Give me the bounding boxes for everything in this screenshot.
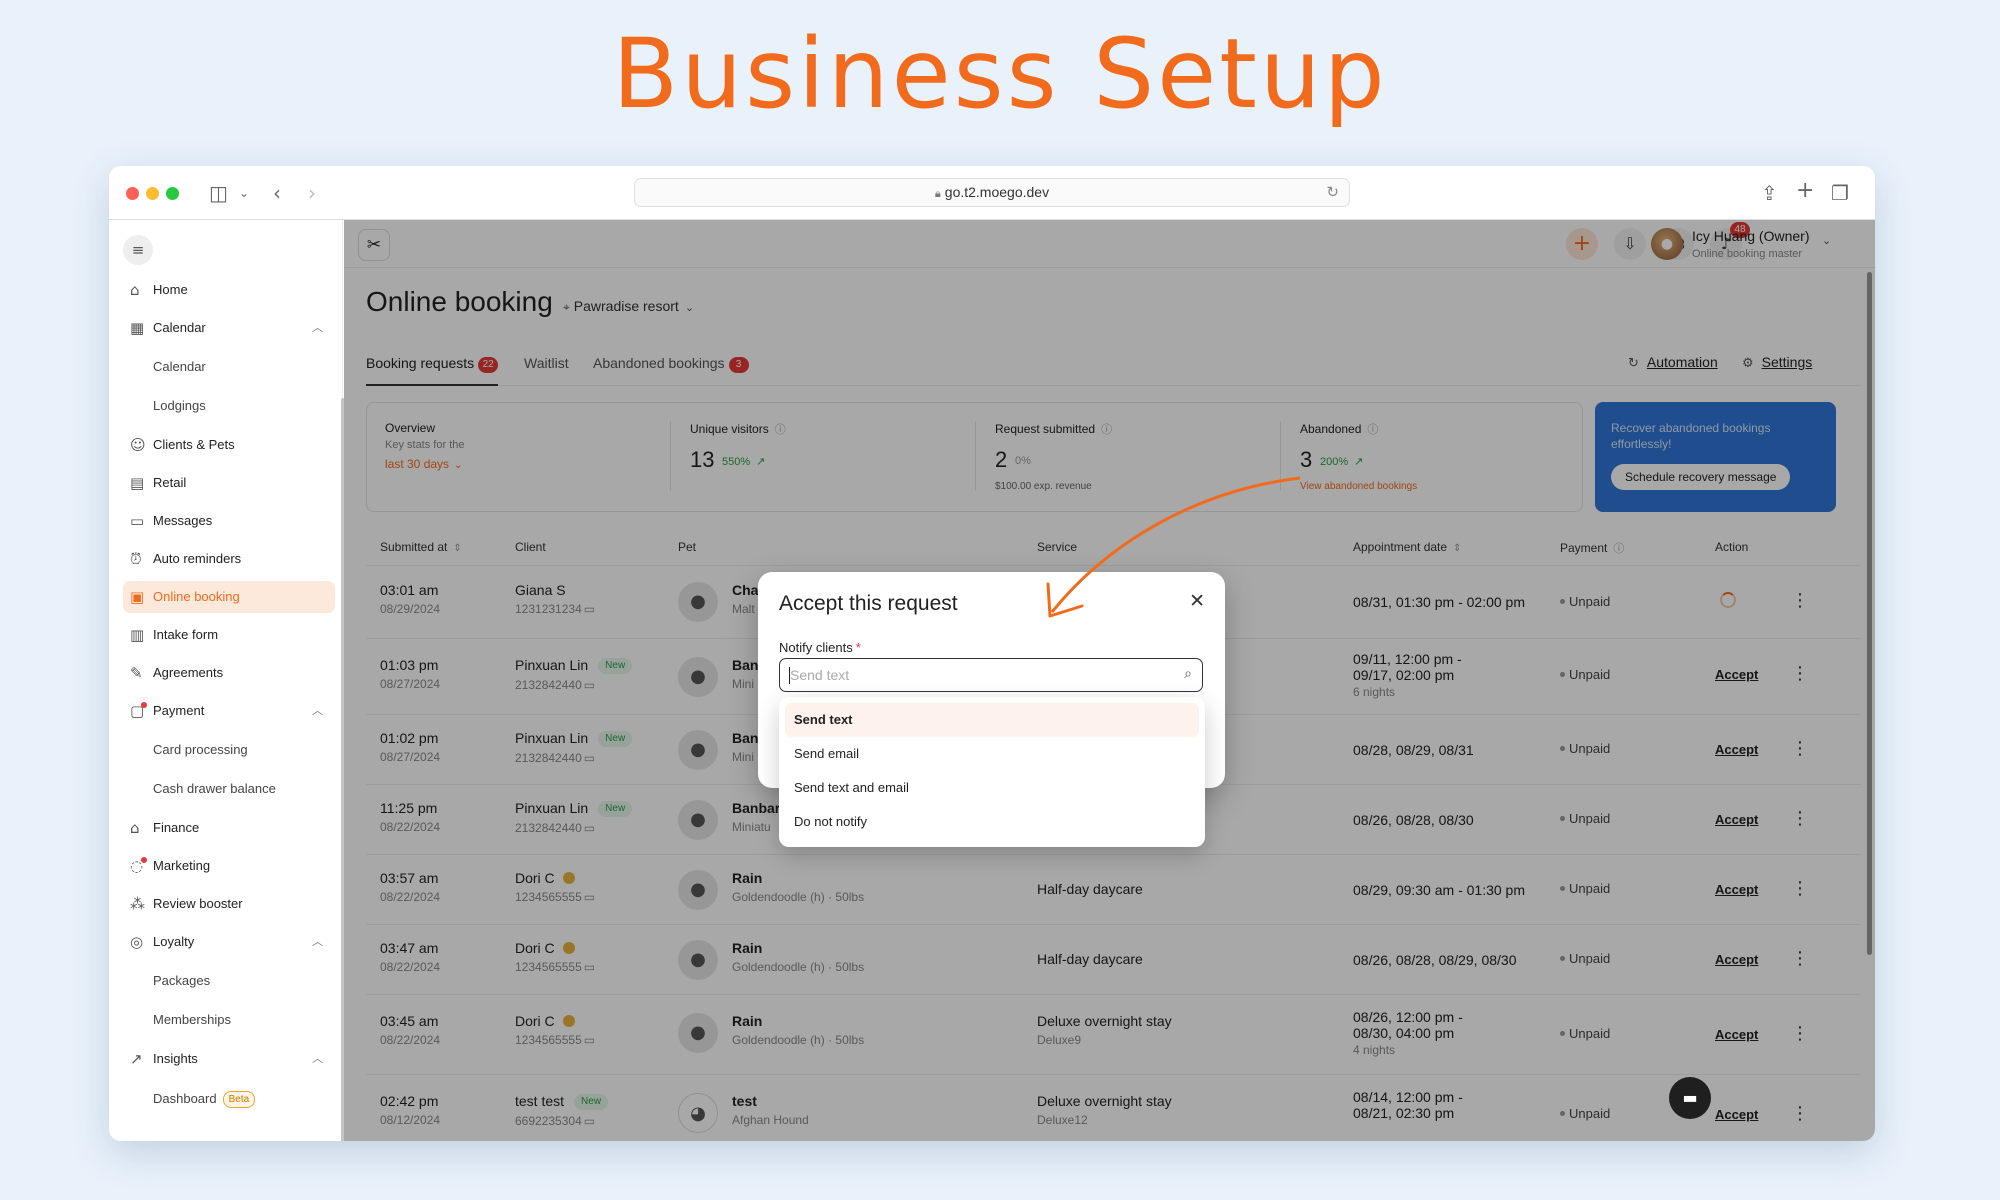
form-icon: ▥ (130, 626, 145, 644)
url-text: go.t2.moego.dev (944, 184, 1050, 200)
sidebar-item-label: Agreements (153, 665, 224, 680)
home-icon: ⌂ (130, 281, 140, 299)
modal-title: Accept this request (779, 592, 958, 615)
sidebar-item-label: Marketing (153, 858, 211, 873)
chevron-up-icon: ︿ (312, 936, 323, 948)
alert-dot (141, 857, 147, 863)
sidebar-item-intake-form[interactable]: ▥ Intake form (123, 619, 335, 651)
sidebar: ≡ ⌂ Home ▦ Calendar ︿ Calendar Lodgings ☺ Cl… (109, 220, 343, 1141)
forward-icon[interactable]: › (308, 181, 316, 205)
sidebar-item-label: Auto reminders (153, 551, 242, 566)
new-tab-icon[interactable]: + (1796, 178, 1814, 203)
megaphone-icon: ◌ (130, 857, 144, 875)
required-marker: * (855, 640, 861, 655)
sidebar-item-card-processing[interactable]: Card processing (123, 734, 335, 766)
close-window-dot[interactable] (126, 187, 139, 200)
sidebar-item-clients-pets[interactable]: ☺ Clients & Pets (123, 429, 335, 461)
review-icon: ⁂ (130, 895, 145, 913)
sidebar-item-label: Calendar (153, 320, 206, 335)
sidebar-item-lodgings[interactable]: Lodgings (123, 390, 335, 422)
sidebar-item-memberships[interactable]: Memberships (123, 1004, 335, 1036)
sidebar-item-label: Messages (153, 513, 213, 528)
sidebar-item-cash-drawer[interactable]: Cash drawer balance (123, 773, 335, 805)
close-icon[interactable]: ✕ (1189, 590, 1205, 612)
option-send-text-and-email[interactable]: Send text and email (785, 771, 1199, 805)
sidebar-item-retail[interactable]: ▤ Retail (123, 467, 335, 499)
chevron-up-icon: ︿ (312, 705, 323, 717)
sidebar-item-label: Clients & Pets (153, 437, 235, 452)
bank-icon: ⌂ (130, 819, 140, 837)
sidebar-item-home[interactable]: ⌂ Home (123, 274, 335, 306)
message-icon: ▭ (130, 512, 145, 530)
back-icon[interactable]: ‹ (273, 181, 281, 205)
address-bar[interactable]: 🔒︎ go.t2.moego.dev ↻ (634, 178, 1350, 207)
online-booking-icon: ▣ (130, 588, 145, 606)
loyalty-icon: ◎ (130, 933, 144, 951)
notify-clients-select[interactable]: Send text ⌕ (779, 658, 1203, 692)
sidebar-item-label: Cash drawer balance (153, 781, 276, 796)
option-send-email[interactable]: Send email (785, 737, 1199, 771)
sidebar-item-auto-reminders[interactable]: ⏰︎ Auto reminders (123, 543, 335, 575)
lock-icon: 🔒︎ (934, 187, 941, 200)
notify-options-dropdown: Send text Send email Send text and email… (779, 697, 1205, 847)
option-do-not-notify[interactable]: Do not notify (785, 805, 1199, 839)
sidebar-item-finance[interactable]: ⌂ Finance (123, 812, 335, 844)
tabs-overview-icon[interactable]: ❐ (1831, 181, 1849, 205)
hero-title: Business Setup (612, 18, 1388, 130)
menu-icon[interactable]: ≡ (123, 235, 153, 265)
sidebar-item-label: Card processing (153, 742, 248, 757)
search-icon: ⌕ (1184, 666, 1192, 682)
sidebar-item-agreements[interactable]: ✎ Agreements (123, 657, 335, 689)
sidebar-item-loyalty[interactable]: ◎ Loyalty ︿ (123, 926, 335, 958)
calendar-icon: ▦ (130, 319, 145, 337)
retail-icon: ▤ (130, 474, 145, 492)
sidebar-item-review-booster[interactable]: ⁂ Review booster (123, 888, 335, 920)
maximize-window-dot[interactable] (166, 187, 179, 200)
reload-icon[interactable]: ↻ (1326, 179, 1339, 206)
field-label-text: Notify clients (779, 640, 853, 655)
alert-dot (141, 702, 147, 708)
payment-icon: ▢ (130, 702, 145, 720)
sidebar-item-dashboard[interactable]: Dashboard Beta (123, 1083, 335, 1115)
sidebar-item-packages[interactable]: Packages (123, 965, 335, 997)
sidebar-item-label: Intake form (153, 627, 219, 642)
sidebar-item-calendar-sub[interactable]: Calendar (123, 351, 335, 383)
share-icon[interactable]: ⇪ (1761, 181, 1778, 205)
notify-clients-label: Notify clients * (779, 640, 861, 655)
sidebar-item-label: Home (153, 282, 188, 297)
sidebar-item-label: Online booking (153, 589, 240, 604)
beta-badge: Beta (222, 1091, 256, 1109)
sidebar-item-label: Packages (153, 973, 211, 988)
sidebar-item-label: Dashboard (153, 1091, 217, 1106)
browser-chrome: ◫ ⌄ ‹ › 🔒︎ go.t2.moego.dev ↻ ⇪ + ❐ (109, 166, 1875, 220)
sidebar-item-messages[interactable]: ▭ Messages (123, 505, 335, 537)
option-send-text[interactable]: Send text (785, 703, 1199, 737)
sidebar-item-label: Insights (153, 1051, 198, 1066)
pen-icon: ✎ (130, 664, 143, 682)
chevron-up-icon: ︿ (312, 1053, 323, 1065)
sidebar-item-insights[interactable]: ↗ Insights ︿ (123, 1043, 335, 1075)
chevron-down-icon[interactable]: ⌄ (239, 186, 249, 200)
select-placeholder: Send text (790, 667, 850, 683)
alarm-icon: ⏰︎ (130, 550, 142, 568)
sidebar-item-payment[interactable]: ▢ Payment ︿ (123, 695, 335, 727)
sidebar-toggle-icon[interactable]: ◫ (209, 181, 228, 205)
sidebar-item-label: Lodgings (153, 398, 206, 413)
sidebar-item-label: Payment (153, 703, 205, 718)
sidebar-item-label: Retail (153, 475, 187, 490)
sidebar-item-label: Memberships (153, 1012, 232, 1027)
chart-icon: ↗ (130, 1050, 143, 1068)
sidebar-item-label: Review booster (153, 896, 243, 911)
chevron-up-icon: ︿ (312, 322, 323, 334)
sidebar-item-label: Loyalty (153, 934, 195, 949)
sidebar-item-online-booking[interactable]: ▣ Online booking (123, 581, 335, 613)
users-icon: ☺ (130, 436, 146, 454)
minimize-window-dot[interactable] (146, 187, 159, 200)
sidebar-item-label: Finance (153, 820, 200, 835)
sidebar-item-marketing[interactable]: ◌ Marketing (123, 850, 335, 882)
chat-launcher-icon[interactable]: ▬ (1669, 1077, 1711, 1119)
sidebar-item-label: Calendar (153, 359, 206, 374)
sidebar-item-calendar[interactable]: ▦ Calendar ︿ (123, 312, 335, 344)
